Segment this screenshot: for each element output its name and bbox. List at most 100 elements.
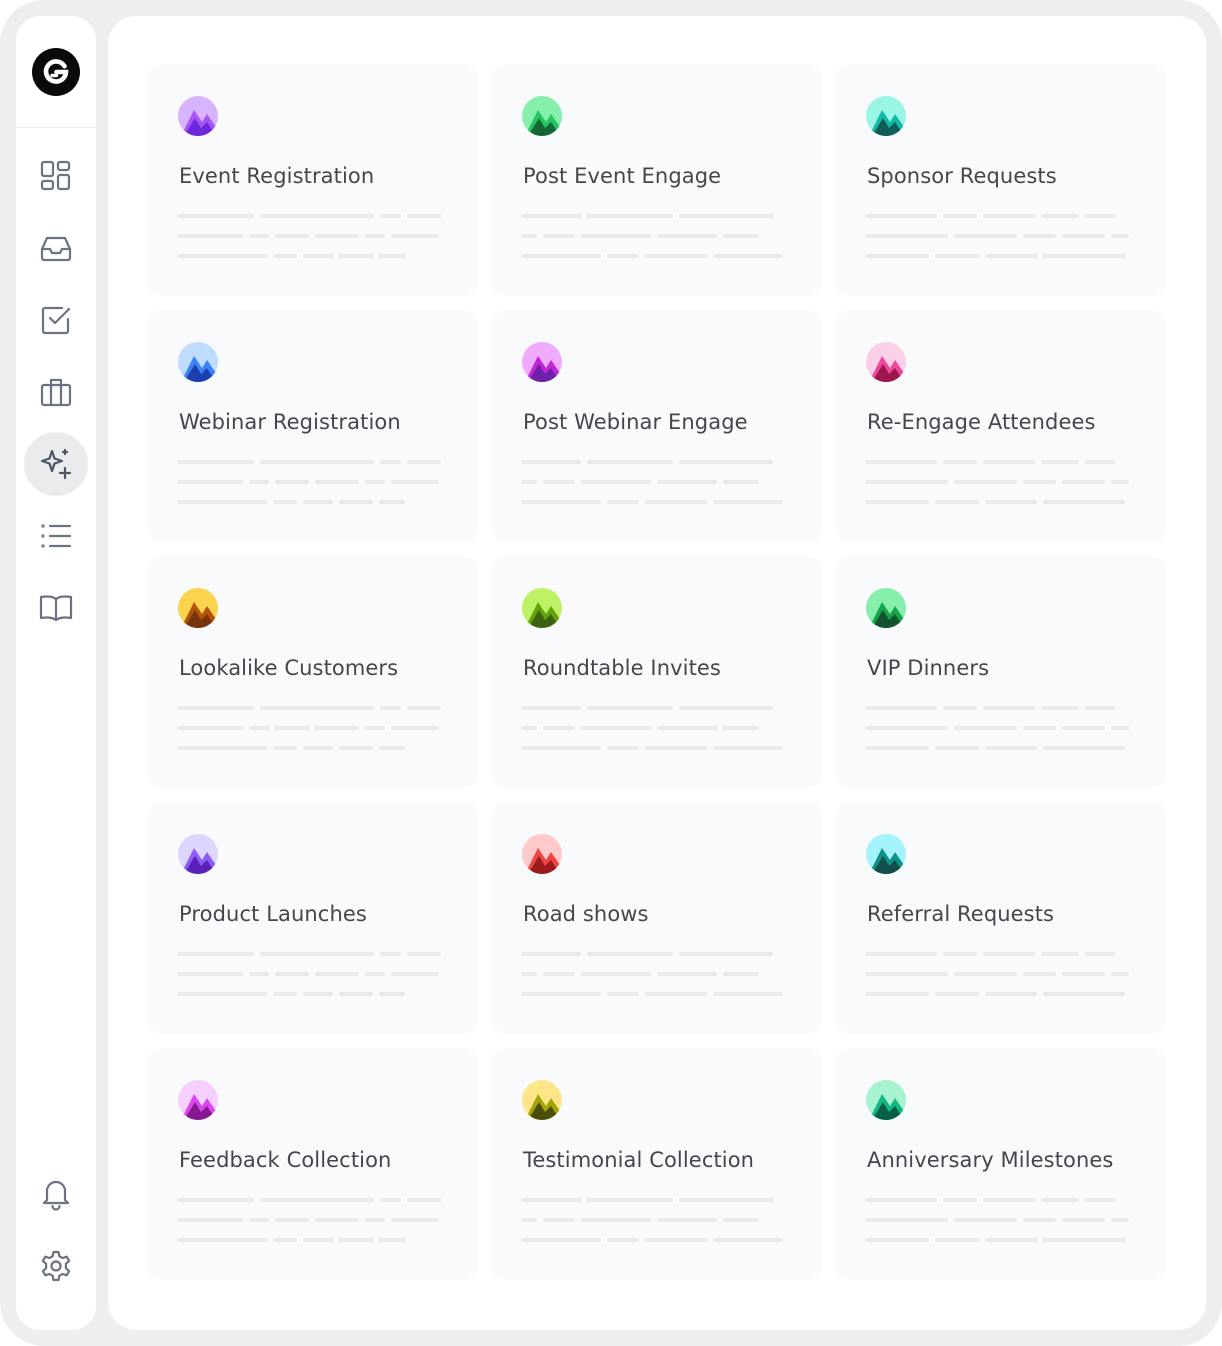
placeholder-segment [407, 952, 441, 956]
template-card-6[interactable]: Re-Engage Attendees [836, 310, 1166, 542]
template-card-7[interactable]: Lookalike Customers [148, 556, 478, 788]
template-card-5[interactable]: Post Webinar Engage [492, 310, 822, 542]
placeholder-segment [657, 972, 717, 976]
template-card-15[interactable]: Anniversary Milestones [836, 1048, 1166, 1280]
template-card-14[interactable]: Testimonial Collection [492, 1048, 822, 1280]
placeholder-segment [543, 972, 575, 976]
placeholder-segment [657, 234, 717, 238]
template-card-13[interactable]: Feedback Collection [148, 1048, 478, 1280]
placeholder-segment [657, 726, 717, 730]
placeholder-segment [645, 254, 707, 258]
placeholder-segment [177, 254, 267, 258]
card-title: Re-Engage Attendees [867, 410, 1096, 434]
placeholder-segment [1022, 1218, 1057, 1222]
inbox-nav-button[interactable] [24, 216, 88, 280]
placeholder-line [865, 1238, 1135, 1242]
placeholder-line [521, 1198, 791, 1202]
placeholder-segment [275, 234, 309, 238]
placeholder-segment [865, 234, 948, 238]
placeholder-line [865, 706, 1135, 710]
mountain-avatar-icon [866, 342, 906, 382]
placeholder-segment [985, 992, 1037, 996]
placeholder-line [865, 972, 1135, 976]
placeholder-segment [953, 726, 1017, 730]
placeholder-segment [273, 254, 297, 258]
placeholder-segment [953, 1218, 1017, 1222]
placeholder-segment [315, 972, 359, 976]
placeholder-segment [865, 214, 937, 218]
template-card-12[interactable]: Referral Requests [836, 802, 1166, 1034]
placeholder-segment [521, 1218, 537, 1222]
placeholder-segment [935, 992, 979, 996]
template-card-9[interactable]: VIP Dinners [836, 556, 1166, 788]
template-card-11[interactable]: Road shows [492, 802, 822, 1034]
placeholder-segment [865, 254, 929, 258]
placeholder-segment [177, 746, 267, 750]
template-card-1[interactable]: Event Registration [148, 64, 478, 296]
placeholder-segment [521, 214, 581, 218]
placeholder-segment [723, 972, 759, 976]
placeholder-line [865, 726, 1135, 730]
placeholder-segment [983, 1198, 1035, 1202]
placeholder-segment [275, 1218, 309, 1222]
template-grid: Event Registration Post Event Engage Spo… [148, 64, 1166, 1280]
template-card-3[interactable]: Sponsor Requests [836, 64, 1166, 296]
placeholder-segment [273, 992, 297, 996]
placeholder-line [177, 1218, 447, 1222]
placeholder-segment [713, 254, 783, 258]
placeholder-lines [177, 460, 447, 520]
placeholder-line [521, 952, 791, 956]
placeholder-segment [1062, 480, 1106, 484]
dashboard-grid-icon [40, 160, 71, 191]
template-card-2[interactable]: Post Event Engage [492, 64, 822, 296]
placeholder-segment [365, 972, 385, 976]
placeholder-line [177, 972, 447, 976]
placeholder-segment [713, 746, 783, 750]
placeholder-lines [521, 952, 791, 1012]
placeholder-line [865, 992, 1135, 996]
placeholder-segment [1085, 952, 1115, 956]
placeholder-segment [865, 500, 929, 504]
placeholder-segment [1085, 214, 1115, 218]
placeholder-segment [1062, 1218, 1106, 1222]
template-card-8[interactable]: Roundtable Invites [492, 556, 822, 788]
gear-icon [41, 1250, 71, 1282]
mountain-avatar-icon [522, 1080, 562, 1120]
card-title: Lookalike Customers [179, 656, 399, 680]
placeholder-line [177, 706, 447, 710]
placeholder-segment [581, 234, 651, 238]
template-card-10[interactable]: Product Launches [148, 802, 478, 1034]
library-nav-button[interactable] [24, 576, 88, 640]
placeholder-segment [587, 460, 673, 464]
placeholder-segment [1041, 706, 1079, 710]
placeholder-segment [587, 952, 673, 956]
g-logo-icon[interactable] [32, 47, 80, 96]
list-nav-button[interactable] [24, 504, 88, 568]
placeholder-segment [953, 972, 1017, 976]
placeholder-segment [645, 1238, 707, 1242]
placeholder-segment [521, 1238, 601, 1242]
tasks-nav-button[interactable] [24, 288, 88, 352]
ai-sparkles-nav-button[interactable] [24, 432, 88, 496]
mountain-avatar-icon [178, 96, 218, 136]
settings-nav-button[interactable] [24, 1234, 88, 1298]
placeholder-line [521, 480, 791, 484]
placeholder-segment [521, 254, 601, 258]
placeholder-segment [1111, 480, 1129, 484]
placeholder-segment [315, 1218, 359, 1222]
placeholder-segment [379, 500, 405, 504]
dashboard-nav-button[interactable] [24, 144, 88, 208]
placeholder-segment [713, 1238, 783, 1242]
briefcase-nav-button[interactable] [24, 360, 88, 424]
placeholder-segment [607, 1238, 639, 1242]
placeholder-line [521, 234, 791, 238]
card-title: Anniversary Milestones [867, 1148, 1114, 1172]
placeholder-lines [177, 214, 447, 274]
placeholder-segment [943, 1198, 977, 1202]
template-card-4[interactable]: Webinar Registration [148, 310, 478, 542]
placeholder-segment [391, 480, 439, 484]
placeholder-segment [249, 480, 269, 484]
notifications-nav-button[interactable] [24, 1162, 88, 1226]
placeholder-segment [1085, 706, 1115, 710]
mountain-avatar-icon [866, 588, 906, 628]
